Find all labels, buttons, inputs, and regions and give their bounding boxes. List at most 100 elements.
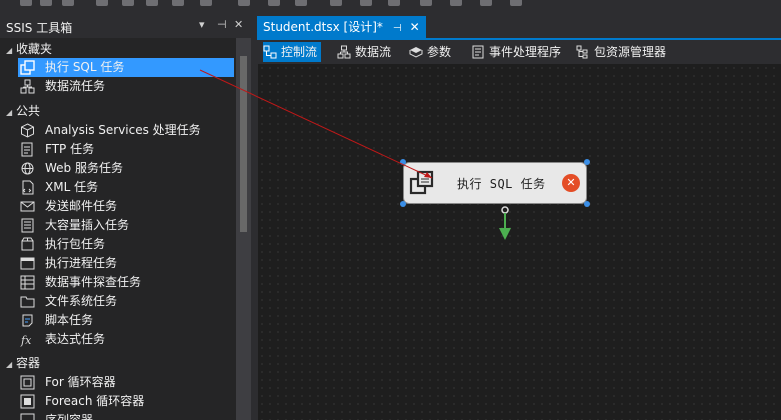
precedence-connector-arrow[interactable] xyxy=(498,206,512,242)
tab-label: 数据流 xyxy=(355,45,392,59)
toolbox-item-foreach-loop[interactable]: Foreach 循环容器 xyxy=(18,392,234,411)
toolbox-item-for-loop[interactable]: For 循环容器 xyxy=(18,373,234,392)
toolbar-button[interactable] xyxy=(268,0,280,6)
toolbox-item-expression[interactable]: fx 表达式任务 xyxy=(18,330,234,349)
toolbox-item-data-profiling[interactable]: 数据事件探查任务 xyxy=(18,273,234,292)
event-handlers-icon xyxy=(471,45,485,59)
collapse-triangle-icon[interactable]: ◢ xyxy=(6,42,16,60)
item-label: XML 任务 xyxy=(45,180,99,194)
toolbox-item-ftp[interactable]: FTP 任务 xyxy=(18,140,234,159)
expression-icon: fx xyxy=(20,332,35,347)
tab-event-handlers[interactable]: 事件处理程序 xyxy=(471,42,561,62)
for-loop-icon xyxy=(20,375,35,390)
toolbar-button[interactable] xyxy=(172,0,184,6)
toolbox-item-xml[interactable]: XML 任务 xyxy=(18,178,234,197)
item-label: 脚本任务 xyxy=(45,313,94,327)
collapse-triangle-icon[interactable]: ◢ xyxy=(6,104,16,122)
toolbox-item-execute-sql[interactable]: 执行 SQL 任务 xyxy=(18,58,234,77)
execute-process-icon xyxy=(20,256,35,271)
tab-student-dtsx[interactable]: Student.dtsx [设计]* ⊣ ✕ xyxy=(257,16,426,38)
scrollbar-thumb[interactable] xyxy=(240,56,247,232)
item-label: Web 服务任务 xyxy=(45,161,123,175)
tab-parameters[interactable]: 参数 xyxy=(409,42,451,62)
toolbox-item-file-system[interactable]: 文件系统任务 xyxy=(18,292,234,311)
toolbox-item-send-mail[interactable]: 发送邮件任务 xyxy=(18,197,234,216)
resize-handle[interactable] xyxy=(400,201,406,207)
toolbox-item-sequence[interactable]: 序列容器 xyxy=(18,411,234,420)
dropdown-icon[interactable]: ▾ xyxy=(199,18,205,31)
resize-handle[interactable] xyxy=(400,159,406,165)
toolbar-button[interactable] xyxy=(96,0,108,6)
toolbar-button[interactable] xyxy=(420,0,432,6)
web-service-icon xyxy=(20,161,35,176)
toolbox-item-web-service[interactable]: Web 服务任务 xyxy=(18,159,234,178)
toolbar-button[interactable] xyxy=(388,0,400,6)
tab-label: 包资源管理器 xyxy=(594,45,667,59)
toolbar-button[interactable] xyxy=(146,0,158,6)
task-label: 执行 SQL 任务 xyxy=(457,177,546,191)
group-common[interactable]: ◢ 公共 xyxy=(6,102,40,120)
group-label: 收藏夹 xyxy=(16,42,53,56)
tab-data-flow[interactable]: 数据流 xyxy=(337,42,391,62)
toolbox-header: SSIS 工具箱 ▾ ⊣ ✕ xyxy=(0,14,251,38)
foreach-loop-icon xyxy=(20,394,35,409)
toolbox-item-bulk-insert[interactable]: 大容量插入任务 xyxy=(18,216,234,235)
parameters-icon xyxy=(409,45,423,59)
toolbar-button[interactable] xyxy=(510,0,522,6)
toolbar-button[interactable] xyxy=(40,0,52,6)
toolbox-item-script[interactable]: 脚本任务 xyxy=(18,311,234,330)
toolbar-button[interactable] xyxy=(238,0,250,6)
ssis-toolbox-panel: SSIS 工具箱 ▾ ⊣ ✕ ◢ 收藏夹 执行 SQL 任务 数据流任务 ◢ 公共 … xyxy=(0,14,251,420)
package-explorer-icon xyxy=(576,45,590,59)
item-label: 大容量插入任务 xyxy=(45,218,130,232)
resize-handle[interactable] xyxy=(584,159,590,165)
item-label: Analysis Services 处理任务 xyxy=(45,123,201,137)
item-label: 执行进程任务 xyxy=(45,256,118,270)
toolbar-button[interactable] xyxy=(480,0,492,6)
close-icon[interactable]: ✕ xyxy=(410,16,420,38)
toolbox-item-analysis-services[interactable]: Analysis Services 处理任务 xyxy=(18,121,234,140)
mail-icon xyxy=(20,199,35,214)
collapse-triangle-icon[interactable]: ◢ xyxy=(6,356,16,374)
toolbar-button[interactable] xyxy=(122,0,134,6)
toolbox-item-execute-package[interactable]: 执行包任务 xyxy=(18,235,234,254)
toolbar-button[interactable] xyxy=(330,0,342,6)
close-icon[interactable]: ✕ xyxy=(234,18,243,31)
toolbar-button[interactable] xyxy=(62,0,74,6)
group-favorites[interactable]: ◢ 收藏夹 xyxy=(6,40,52,58)
item-label: 表达式任务 xyxy=(45,332,106,346)
ftp-icon xyxy=(20,142,35,157)
sql-task-icon xyxy=(409,170,435,196)
tab-label: 参数 xyxy=(427,45,452,59)
item-label: 发送邮件任务 xyxy=(45,199,118,213)
toolbox-scrollbar[interactable] xyxy=(236,38,251,420)
tab-control-flow[interactable]: 控制流 xyxy=(263,42,322,62)
toolbar-button[interactable] xyxy=(200,0,212,6)
script-icon xyxy=(20,313,35,328)
pin-icon[interactable]: ⊣ xyxy=(393,18,402,40)
pin-icon[interactable]: ⊣ xyxy=(217,18,227,31)
execute-sql-task-box[interactable]: 执行 SQL 任务 ✕ xyxy=(403,162,587,204)
toolbar-button[interactable] xyxy=(20,0,32,6)
tab-label: 控制流 xyxy=(281,45,318,59)
data-flow-icon xyxy=(337,45,351,59)
xml-icon xyxy=(20,180,35,195)
toolbox-list: ◢ 收藏夹 执行 SQL 任务 数据流任务 ◢ 公共 Analysis Servic… xyxy=(0,38,236,420)
item-label: 执行 SQL 任务 xyxy=(45,60,125,74)
toolbox-item-data-flow[interactable]: 数据流任务 xyxy=(18,77,234,96)
control-flow-canvas[interactable]: 执行 SQL 任务 ✕ xyxy=(258,64,781,420)
execute-package-icon xyxy=(20,237,35,252)
tab-package-explorer[interactable]: 包资源管理器 xyxy=(576,42,666,62)
toolbox-item-execute-process[interactable]: 执行进程任务 xyxy=(18,254,234,273)
designer-tabs: 控制流 数据流 参数 事件处理程序 包资源管理器 xyxy=(257,40,781,64)
toolbar-button[interactable] xyxy=(450,0,462,6)
error-icon: ✕ xyxy=(562,174,580,192)
tab-label: 事件处理程序 xyxy=(489,45,562,59)
toolbox-title: SSIS 工具箱 xyxy=(6,21,73,35)
resize-handle[interactable] xyxy=(584,201,590,207)
item-label: 文件系统任务 xyxy=(45,294,118,308)
group-containers[interactable]: ◢ 容器 xyxy=(6,354,40,372)
toolbar-button[interactable] xyxy=(295,0,307,6)
toolbar-button[interactable] xyxy=(360,0,372,6)
item-label: FTP 任务 xyxy=(45,142,95,156)
